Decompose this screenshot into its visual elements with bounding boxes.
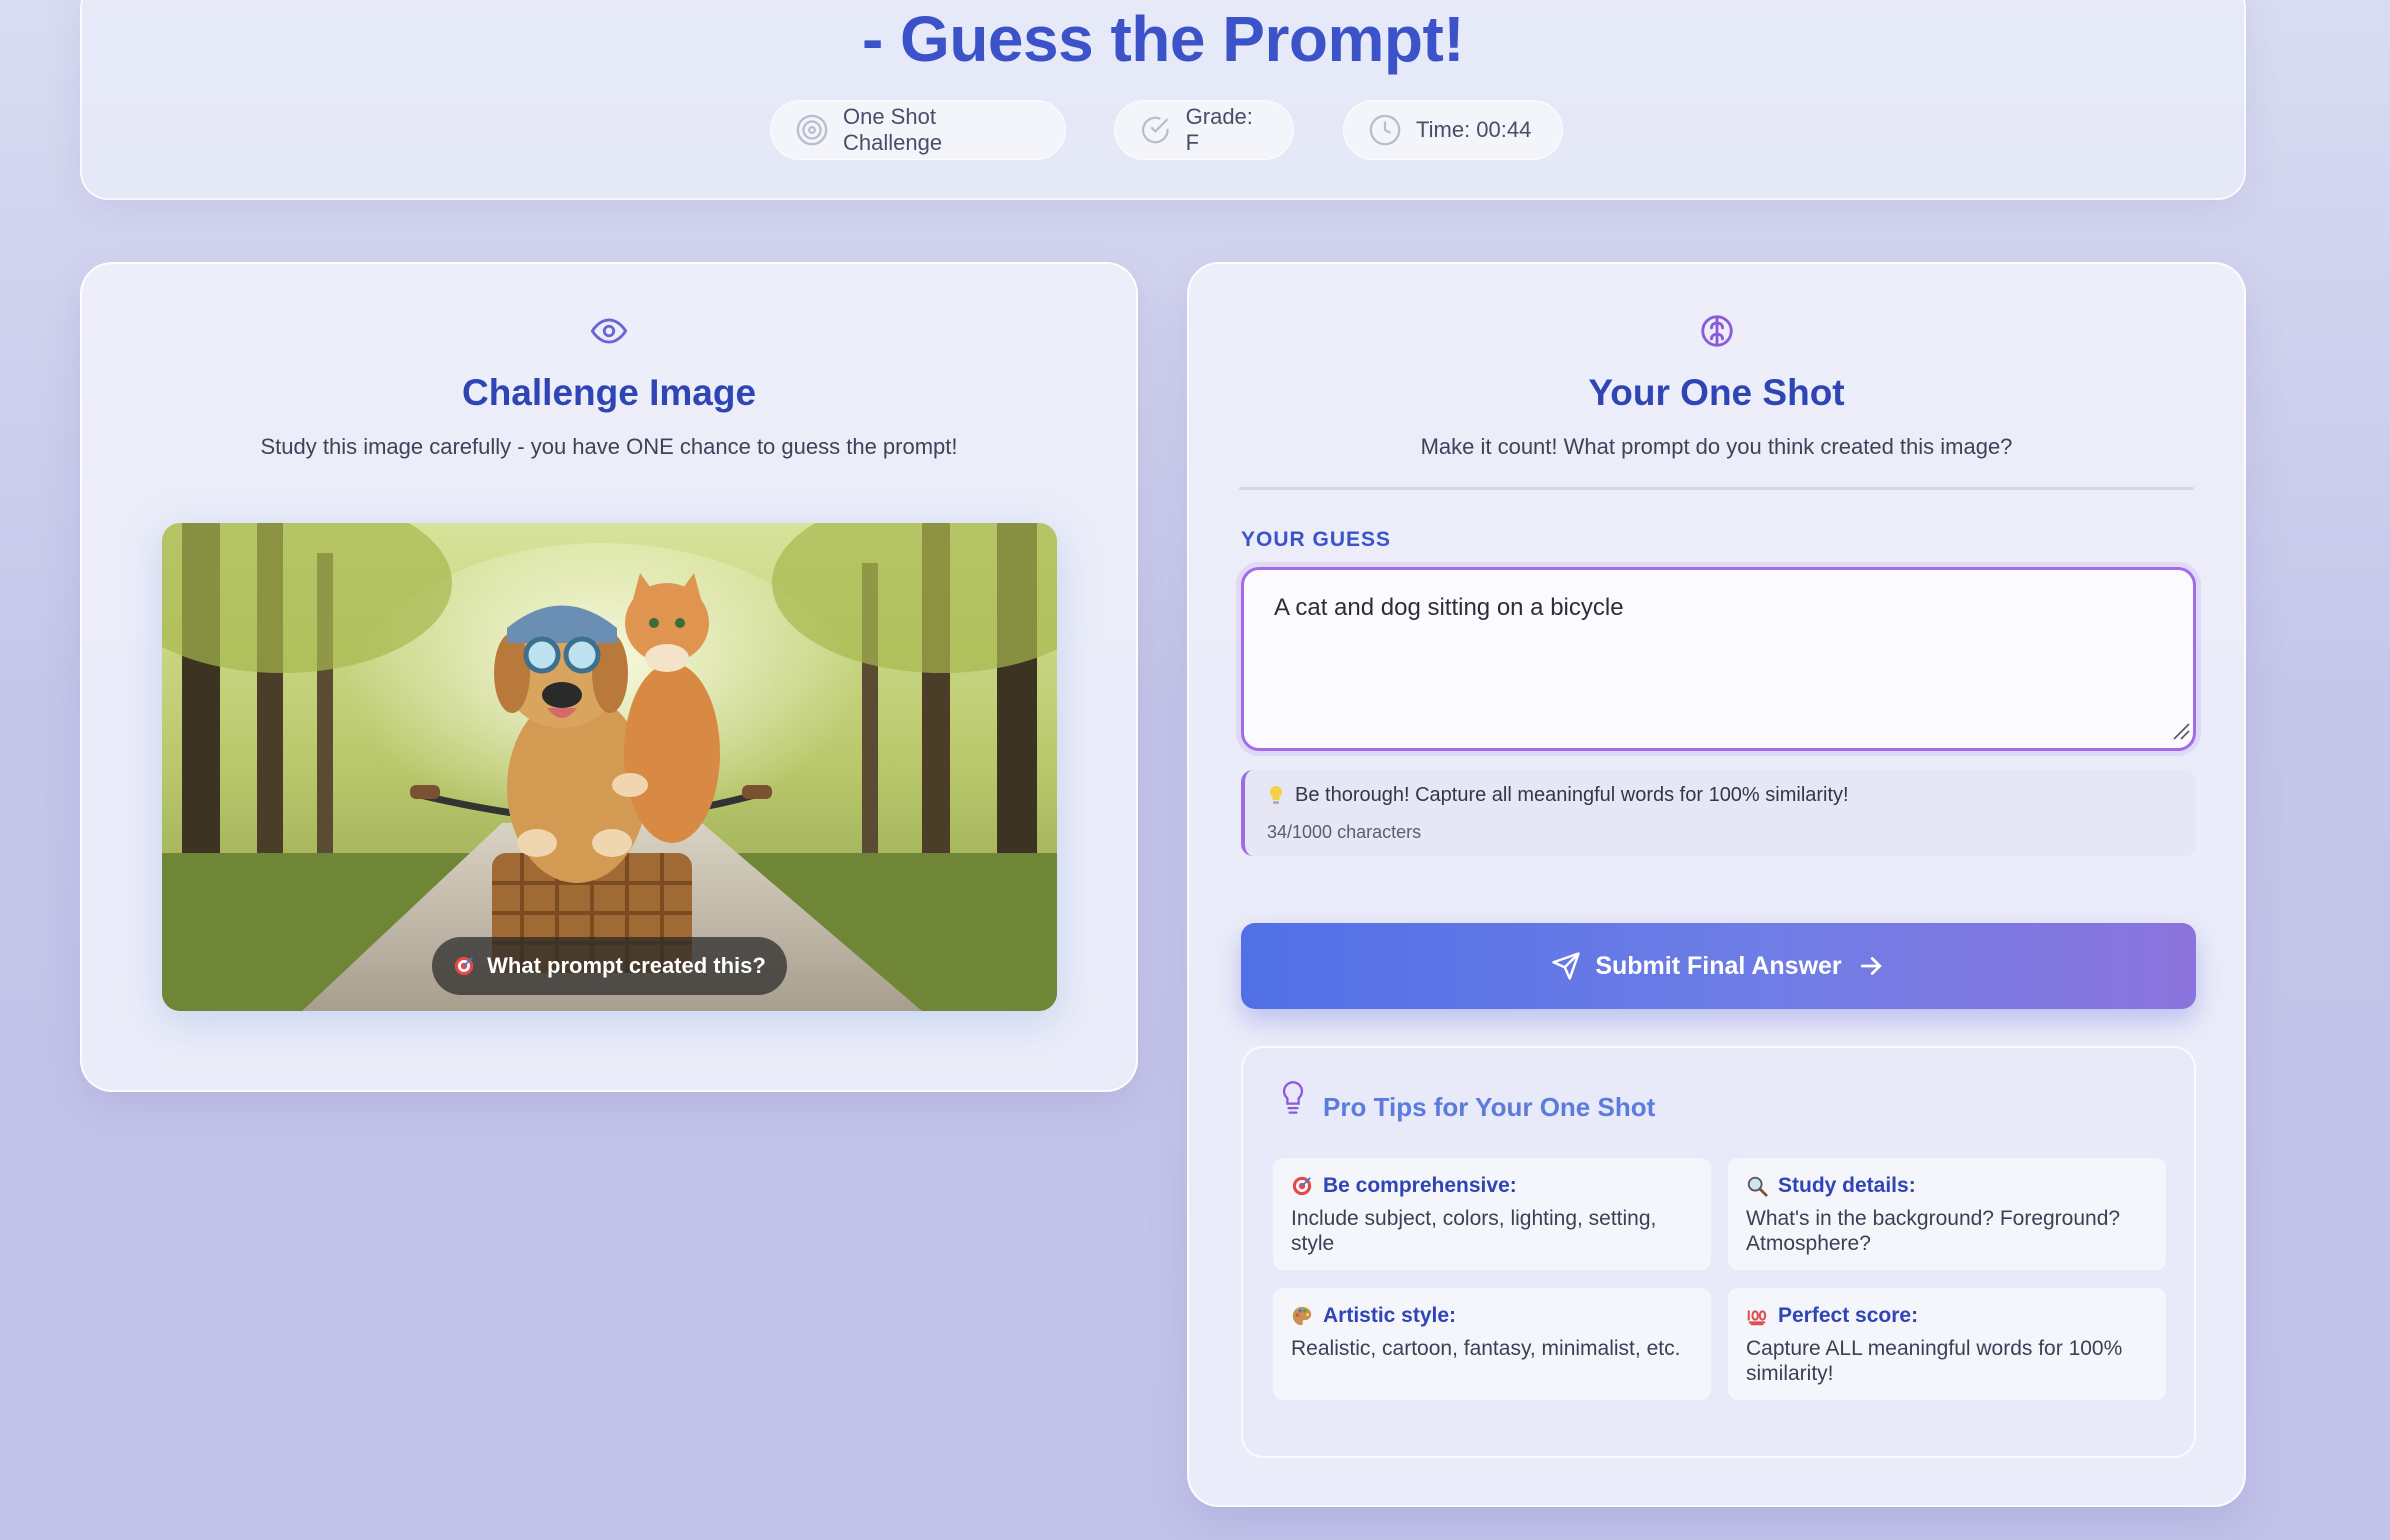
tip-heading-row: Artistic style: xyxy=(1291,1304,1693,1328)
tip-heading-row: Be comprehensive: xyxy=(1291,1174,1693,1198)
image-caption: What prompt created this? xyxy=(432,937,787,995)
clock-icon xyxy=(1369,114,1401,146)
tip-card: Artistic style: Realistic, cartoon, fant… xyxy=(1273,1288,1711,1400)
page: - Guess the Prompt! One Shot Challenge G… xyxy=(0,0,2390,1540)
tip-body: Realistic, cartoon, fantasy, minimalist,… xyxy=(1291,1337,1681,1360)
page-title: - Guess the Prompt! xyxy=(861,3,1465,75)
one-shot-label: One Shot Challenge xyxy=(842,104,943,155)
tip-heading-row: Study details: xyxy=(1746,1174,2148,1198)
resize-handle-icon[interactable] xyxy=(2172,722,2190,740)
challenge-image: What prompt created this? xyxy=(162,523,1057,1011)
arrow-right-icon xyxy=(1860,957,1882,975)
palette-icon xyxy=(1292,1306,1312,1326)
challenge-subtitle: Study this image carefully - you have ON… xyxy=(260,434,958,459)
guess-title: Your One Shot xyxy=(1588,372,1845,413)
hundred-points-icon xyxy=(1747,1310,1767,1326)
pro-tips-panel: Pro Tips for Your One Shot Be comprehens… xyxy=(1241,1046,2196,1458)
target-icon xyxy=(796,114,828,146)
send-icon xyxy=(1552,952,1581,980)
hint-text-row: Be thorough! Capture all meaningful word… xyxy=(1267,784,1849,807)
one-shot-badge: One Shot Challenge xyxy=(770,100,1066,160)
lightbulb-icon xyxy=(1269,785,1283,804)
hint-box: Be thorough! Capture all meaningful word… xyxy=(1241,770,2196,856)
tip-body: What's in the background? Foreground? At… xyxy=(1746,1207,2121,1255)
guess-label: YOUR GUESS xyxy=(1241,528,1392,551)
check-circle-icon xyxy=(1142,116,1169,144)
target-icon xyxy=(454,956,474,976)
pro-tips-title: Pro Tips for Your One Shot xyxy=(1323,1092,1656,1122)
guess-subtitle: Make it count! What prompt do you think … xyxy=(1420,434,2013,459)
guess-input[interactable]: A cat and dog sitting on a bicycle xyxy=(1241,567,2196,751)
magnifier-icon xyxy=(1747,1176,1768,1197)
image-caption-label: What prompt created this? xyxy=(487,953,766,978)
challenge-image-card: Challenge Image Study this image careful… xyxy=(80,262,1138,1092)
tip-heading: Be comprehensive: xyxy=(1323,1174,1517,1197)
tip-body: Include subject, colors, lighting, setti… xyxy=(1291,1207,1657,1255)
tip-card: Perfect score: Capture ALL meaningful wo… xyxy=(1728,1288,2166,1400)
hint-text: Be thorough! Capture all meaningful word… xyxy=(1295,784,1849,806)
submit-label: Submit Final Answer xyxy=(1595,951,1842,980)
character-count: 34/1000 characters xyxy=(1267,822,1422,842)
challenge-title: Challenge Image xyxy=(461,372,757,413)
tip-card: Study details: What's in the background?… xyxy=(1728,1158,2166,1270)
grade-badge: Grade: F xyxy=(1114,100,1294,160)
header-card: - Guess the Prompt! One Shot Challenge G… xyxy=(80,0,2246,200)
timer-label: Time: 00:44 xyxy=(1416,117,1532,142)
eye-icon xyxy=(590,318,628,344)
tip-card: Be comprehensive: Include subject, color… xyxy=(1273,1158,1711,1270)
target-icon xyxy=(1292,1176,1312,1196)
tip-body: Capture ALL meaningful words for 100% si… xyxy=(1746,1337,2123,1385)
submit-final-answer-button[interactable]: Submit Final Answer xyxy=(1241,923,2196,1009)
divider xyxy=(1239,487,2194,490)
tip-heading-row: Perfect score: xyxy=(1746,1304,2148,1328)
tip-heading: Artistic style: xyxy=(1323,1304,1457,1327)
grade-label: Grade: F xyxy=(1185,104,1253,155)
tip-heading: Perfect score: xyxy=(1778,1304,1919,1327)
tip-heading: Study details: xyxy=(1778,1174,1916,1197)
guess-card: Your One Shot Make it count! What prompt… xyxy=(1187,262,2246,1507)
lightbulb-icon xyxy=(1282,1081,1304,1114)
brain-icon xyxy=(1700,315,1733,347)
timer-badge: Time: 00:44 xyxy=(1343,100,1563,160)
